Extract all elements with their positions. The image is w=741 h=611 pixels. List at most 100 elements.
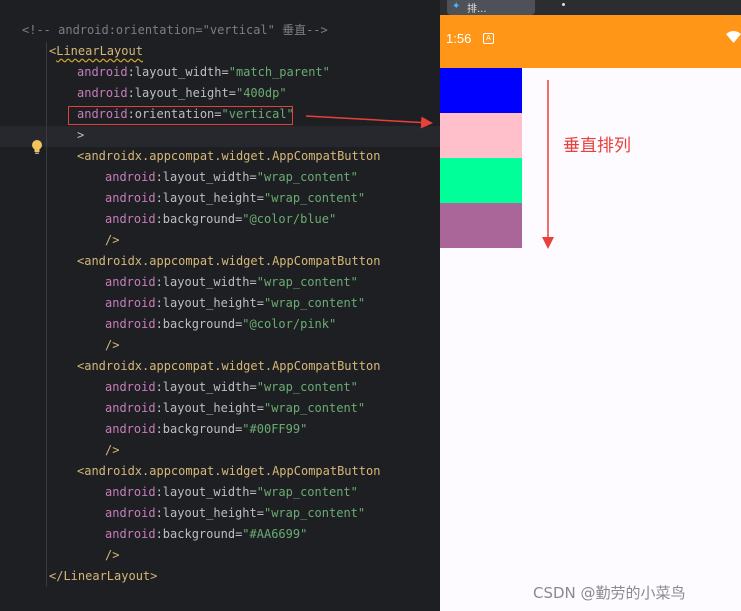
app-icon: ✦ (452, 1, 461, 12)
code-token: :layout_width (155, 380, 250, 394)
code-token: "400dp" (235, 86, 287, 100)
code-token: android (105, 527, 156, 541)
code-token: = (228, 86, 236, 100)
code-token: /> (105, 233, 120, 247)
orientation-highlight-box (68, 106, 293, 125)
code-token: /> (105, 548, 120, 562)
code-line[interactable]: android:layout_width="match_parent" (77, 62, 330, 83)
code-line[interactable]: android:background="#00FF99" (105, 419, 307, 440)
code-token: :layout_width (155, 170, 250, 184)
code-token: /> (105, 338, 120, 352)
blue-button[interactable] (440, 68, 522, 113)
code-token: :background (155, 317, 236, 331)
code-line[interactable]: android:layout_height="wrap_content" (105, 503, 365, 524)
green-button[interactable] (440, 158, 522, 203)
code-token: "wrap_content" (256, 170, 358, 184)
code-line[interactable]: > (77, 125, 84, 146)
code-token: > (77, 128, 85, 142)
code-token: = (249, 170, 257, 184)
code-line[interactable]: android:layout_width="wrap_content" (105, 377, 358, 398)
code-line[interactable]: /> (105, 545, 119, 566)
code-token: = (249, 485, 257, 499)
code-token: "wrap_content" (256, 485, 358, 499)
code-token: :layout_width (155, 275, 250, 289)
code-line[interactable]: android:layout_height="wrap_content" (105, 293, 365, 314)
code-line[interactable]: android:layout_width="wrap_content" (105, 482, 358, 503)
code-token: :background (155, 422, 236, 436)
code-line[interactable]: android:layout_height="400dp" (77, 83, 287, 104)
emulator-top-strip: ✦ 排... (440, 0, 741, 15)
code-token: android (105, 191, 156, 205)
code-token: <androidx.appcompat.widget.AppCompatButt… (77, 254, 381, 268)
code-token: android (77, 86, 128, 100)
code-token: "wrap_content" (263, 191, 366, 205)
code-token: "#00FF99" (242, 422, 308, 436)
code-line[interactable]: android:background="@color/blue" (105, 209, 336, 230)
pink-button[interactable] (440, 113, 522, 158)
code-token: "match_parent" (228, 65, 330, 79)
emulator-tab[interactable]: ✦ 排... (447, 0, 535, 15)
lightbulb-icon[interactable] (30, 139, 44, 155)
code-token: android (105, 317, 156, 331)
code-line[interactable]: android:layout_width="wrap_content" (105, 167, 358, 188)
code-token: android (105, 275, 156, 289)
code-token: :layout_height (127, 86, 229, 100)
code-token: "wrap_content" (256, 275, 358, 289)
code-line[interactable]: <!-- android:orientation="vertical" 垂直--… (22, 20, 328, 41)
code-line[interactable]: </LinearLayout> (49, 566, 157, 587)
status-a-icon: A (483, 33, 494, 44)
code-token: "wrap_content" (263, 506, 366, 520)
code-token: <androidx.appcompat.widget.AppCompatButt… (77, 464, 381, 478)
code-line[interactable]: /> (105, 440, 119, 461)
code-token: = (256, 191, 264, 205)
code-token: = (249, 380, 257, 394)
csdn-watermark: CSDN @勤劳的小菜鸟 (533, 584, 686, 602)
code-token: "wrap_content" (263, 296, 366, 310)
code-token: android (105, 212, 156, 226)
code-token: "#AA6699" (242, 527, 308, 541)
code-line[interactable]: android:background="#AA6699" (105, 524, 307, 545)
code-line[interactable]: /> (105, 335, 119, 356)
code-line[interactable]: <LinearLayout (49, 41, 143, 62)
current-line-highlight (0, 126, 440, 147)
code-line[interactable]: <androidx.appcompat.widget.AppCompatButt… (77, 356, 380, 377)
code-editor[interactable]: <!-- android:orientation="vertical" 垂直--… (0, 0, 440, 611)
code-line[interactable]: android:layout_height="wrap_content" (105, 188, 365, 209)
dot-icon (562, 3, 565, 6)
indent-guide (46, 42, 47, 586)
code-token: android (105, 170, 156, 184)
code-line[interactable]: <androidx.appcompat.widget.AppCompatButt… (77, 251, 380, 272)
code-token: </LinearLayout> (49, 569, 158, 583)
code-token: <!-- android:orientation="vertical" 垂直--… (22, 23, 328, 37)
code-token: = (256, 506, 264, 520)
code-token: :layout_height (155, 401, 257, 415)
vertical-arrangement-note: 垂直排列 (563, 136, 631, 156)
code-token: android (105, 506, 156, 520)
code-line[interactable]: <androidx.appcompat.widget.AppCompatButt… (77, 461, 380, 482)
code-token: :layout_width (155, 485, 250, 499)
code-token: "wrap_content" (263, 401, 366, 415)
code-token: "@color/blue" (242, 212, 337, 226)
code-line[interactable]: android:layout_height="wrap_content" (105, 398, 365, 419)
code-token: android (105, 296, 156, 310)
code-token: "@color/pink" (242, 317, 337, 331)
code-token: /> (105, 443, 120, 457)
code-token: :background (155, 527, 236, 541)
purple-button[interactable] (440, 203, 522, 248)
code-line[interactable]: /> (105, 230, 119, 251)
tab-label: 排... (467, 4, 487, 15)
code-token: <androidx.appcompat.widget.AppCompatButt… (77, 359, 381, 373)
code-token: :layout_width (127, 65, 222, 79)
wifi-icon (726, 31, 741, 43)
editor-gutter (0, 0, 46, 611)
code-line[interactable]: android:layout_width="wrap_content" (105, 272, 358, 293)
code-token: android (77, 65, 128, 79)
code-token: :layout_height (155, 506, 257, 520)
status-time: 1:56 (446, 31, 472, 46)
code-token: = (221, 65, 229, 79)
code-token: android (105, 380, 156, 394)
code-line[interactable]: android:background="@color/pink" (105, 314, 336, 335)
code-line[interactable]: <androidx.appcompat.widget.AppCompatButt… (77, 146, 380, 167)
code-token: = (249, 275, 257, 289)
code-token: :layout_height (155, 296, 257, 310)
